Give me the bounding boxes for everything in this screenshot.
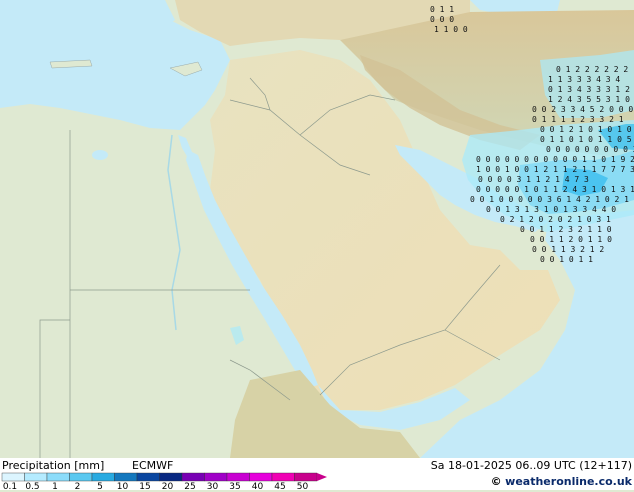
precip-value: 0 0 1 1 2 0 1 1 0 <box>530 235 612 244</box>
color-legend: 0.1 0.5 1 2 5 10 15 20 25 30 35 40 45 50 <box>0 472 340 492</box>
valid-time: Sa 18-01-2025 06..09 UTC (12+117) <box>430 459 632 472</box>
precip-value: 0 2 1 2 0 2 0 2 1 0 3 1 <box>500 215 611 224</box>
legend-label: 15 <box>139 482 151 492</box>
precip-value: 0 1 3 4 3 3 3 1 2 <box>548 85 630 94</box>
precip-value: 0 1 1 1 1 2 3 3 2 1 <box>532 115 624 124</box>
legend-swatch <box>226 472 250 482</box>
legend-label: 20 <box>161 482 174 492</box>
legend-label: 45 <box>274 482 286 492</box>
lake-nasser <box>92 150 108 160</box>
precip-value: 1 0 0 1 0 0 1 2 1 1 2 1 1 7 7 7 3 1 <box>476 165 634 174</box>
copyright-icon: © <box>490 475 502 488</box>
legend-swatch <box>46 472 70 482</box>
precipitation-map[interactable]: 0 1 10 0 01 1 0 0 0 1 2 2 2 2 2 21 1 3 3 … <box>0 0 634 458</box>
legend-swatch <box>24 472 48 482</box>
legend-label: 30 <box>206 482 219 492</box>
legend-label: 0.1 <box>2 482 18 492</box>
site-name: weatheronline.co.uk <box>505 475 632 488</box>
legend-label: 10 <box>116 482 129 492</box>
precip-value: 0 0 1 1 2 3 2 1 1 0 <box>520 225 612 234</box>
legend-swatch <box>91 472 115 482</box>
precip-value: 0 0 1 0 1 1 <box>540 255 593 264</box>
precip-value: 0 0 1 1 3 2 1 2 <box>532 245 604 254</box>
precip-value: 0 1 1 0 1 0 1 1 0 5 1 <box>540 135 634 144</box>
precip-value: 0 1 1 <box>430 5 454 14</box>
map-title: Precipitation [mm] <box>2 459 105 472</box>
legend-swatch <box>114 472 138 482</box>
legend-label: 5 <box>97 482 103 492</box>
legend-swatch <box>69 472 93 482</box>
legend-swatch <box>1 472 25 482</box>
legend-label: 2 <box>74 482 81 492</box>
legend-label: 35 <box>229 482 241 492</box>
legend-label: 50 <box>296 482 309 492</box>
legend-label: 25 <box>184 482 196 492</box>
precip-value: 0 0 0 <box>430 15 454 24</box>
precip-value: 1 1 0 0 <box>434 25 468 34</box>
legend-swatch <box>294 472 318 482</box>
precip-value: 1 2 4 3 5 5 3 1 0 <box>548 95 630 104</box>
model-name: ECMWF <box>132 459 174 472</box>
legend-label: 1 <box>52 482 58 492</box>
precip-value: 0 0 1 2 1 0 1 0 1 0 2 2 2 <box>540 125 634 134</box>
precip-value: 0 0 2 3 3 4 5 2 0 0 0 <box>532 105 633 114</box>
precip-value: 0 0 1 0 0 0 0 0 3 6 1 4 2 1 0 2 1 0 <box>470 195 634 204</box>
site-credit[interactable]: © weatheronline.co.uk <box>491 476 632 487</box>
legend-label: 0.5 <box>25 482 40 492</box>
precip-value: 0 0 0 0 3 1 1 2 1 4 7 3 <box>478 175 589 184</box>
precip-value: 1 1 3 3 3 4 3 4 <box>548 75 620 84</box>
legend-swatch <box>159 472 183 482</box>
precip-value: 0 0 0 0 0 0 0 0 0 3 1 1 1 <box>546 145 634 154</box>
precip-value: 0 1 2 2 2 2 2 2 <box>556 65 628 74</box>
precip-value: 0 0 1 3 1 3 1 0 1 3 3 4 4 0 <box>486 205 616 214</box>
legend-arrow <box>317 473 327 481</box>
legend-swatch <box>181 472 205 482</box>
legend-swatch <box>271 472 295 482</box>
precip-value: 0 0 0 0 0 0 0 0 0 0 0 1 1 0 1 9 2 0 0 2 … <box>476 155 634 164</box>
legend-swatch <box>136 472 160 482</box>
precip-value: 0 0 0 0 0 1 0 1 1 2 4 3 1 0 1 3 1 <box>476 185 634 194</box>
legend-label: 40 <box>251 482 264 492</box>
legend-swatch <box>204 472 228 482</box>
legend-swatch <box>249 472 273 482</box>
